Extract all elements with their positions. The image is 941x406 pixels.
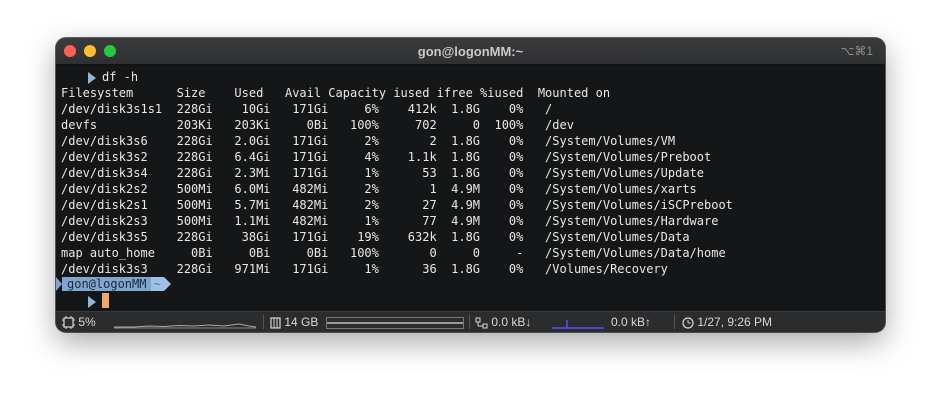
cpu-icon [62, 316, 75, 330]
command-text: df -h [102, 70, 139, 84]
cpu-graph [114, 323, 256, 329]
prompt-chevron-icon [88, 71, 96, 84]
window-shortcut: ⌥⌘1 [840, 44, 873, 58]
network-icon [475, 317, 488, 329]
powerline-tail-icon [163, 277, 171, 291]
cpu-percent: 5% [78, 315, 96, 329]
prompt-chevron-icon [88, 295, 96, 308]
network-graph [552, 320, 604, 329]
df-row: /dev/disk3s3 228Gi 971Mi 171Gi 1% 36 1.8… [61, 262, 668, 276]
powerline-prompt: gon@logonMM ~ [56, 277, 171, 291]
network-up: 0.0 kB↑ [611, 315, 652, 329]
terminal-window: gon@logonMM:~ ⌥⌘1 df -h Filesystem Size … [56, 38, 885, 332]
status-bar: 5% 14 GB 0.0 kB↓ 0.0 kB↑ 1/27, 9:26 PM [56, 311, 885, 332]
memory-graph [326, 317, 464, 329]
title-bar: gon@logonMM:~ ⌥⌘1 [56, 38, 885, 65]
text-cursor [102, 293, 109, 308]
status-separator [263, 315, 264, 329]
df-row: devfs 203Ki 203Ki 0Bi 100% 702 0 100% /d… [61, 118, 574, 132]
clock-status[interactable]: 1/27, 9:26 PM [682, 315, 772, 329]
prompt-user: gon@logonMM [62, 277, 152, 291]
prompt-line: df -h [88, 69, 138, 85]
df-row: /dev/disk2s2 500Mi 6.0Mi 482Mi 2% 1 4.9M… [61, 182, 697, 196]
df-row: /dev/disk2s1 500Mi 5.7Mi 482Mi 2% 27 4.9… [61, 198, 733, 212]
prompt-directory: ~ [151, 277, 164, 291]
terminal-output[interactable]: df -h Filesystem Size Used Avail Capacit… [56, 65, 885, 311]
clock-text: 1/27, 9:26 PM [697, 315, 773, 329]
network-status[interactable]: 0.0 kB↓ [475, 315, 531, 329]
df-row: /dev/disk3s4 228Gi 2.3Mi 171Gi 1% 53 1.8… [61, 166, 704, 180]
memory-icon [270, 317, 281, 329]
memory-status[interactable]: 14 GB [270, 315, 318, 329]
cpu-status[interactable]: 5% [62, 315, 96, 330]
status-separator [674, 315, 675, 329]
prompt-line-current [88, 293, 102, 309]
memory-used: 14 GB [284, 315, 319, 329]
df-row: /dev/disk3s1s1 228Gi 10Gi 171Gi 6% 412k … [61, 102, 553, 116]
status-separator [469, 315, 470, 329]
df-row: /dev/disk3s2 228Gi 6.4Gi 171Gi 4% 1.1k 1… [61, 150, 712, 164]
df-row: /dev/disk3s6 228Gi 2.0Gi 171Gi 2% 2 1.8G… [61, 134, 676, 148]
df-row: /dev/disk2s3 500Mi 1.1Mi 482Mi 1% 77 4.9… [61, 214, 719, 228]
df-header: Filesystem Size Used Avail Capacity iuse… [61, 86, 611, 100]
df-row: map auto_home 0Bi 0Bi 0Bi 100% 0 0 - /Sy… [61, 246, 726, 260]
clock-icon [682, 317, 694, 329]
network-down: 0.0 kB↓ [491, 315, 532, 329]
window-title: gon@logonMM:~ [417, 44, 524, 59]
df-row: /dev/disk3s5 228Gi 38Gi 171Gi 19% 632k 1… [61, 230, 690, 244]
